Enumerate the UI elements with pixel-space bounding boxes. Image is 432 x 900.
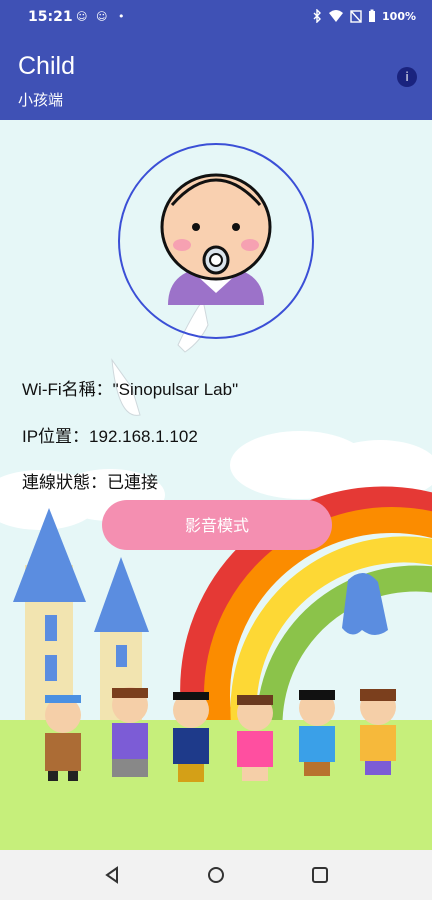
media-mode-button[interactable]: 影音模式: [102, 500, 332, 550]
avatar-ring: [118, 143, 314, 339]
ip-address-label: IP位置：192.168.1.102: [22, 427, 198, 446]
status-icons: 100%: [312, 9, 416, 23]
status-time: 15:21: [28, 9, 73, 25]
info-icon[interactable]: i: [397, 67, 417, 87]
navigation-bar: [0, 850, 432, 900]
bluetooth-icon: [313, 9, 322, 23]
home-icon[interactable]: [204, 863, 228, 887]
recents-icon[interactable]: [308, 863, 332, 887]
baby-avatar: [160, 173, 272, 305]
no-signal-icon: [350, 10, 362, 23]
app-subtitle: 小孩端: [18, 91, 64, 109]
status-bar: 15:21 ☺ ☺ • 100%: [0, 0, 432, 36]
main-content: Wi-Fi名稱："Sinopulsar Lab" IP位置：192.168.1.…: [0, 120, 432, 850]
battery-icon: [369, 9, 376, 22]
connection-status-label: 連線狀態：已連接: [22, 473, 158, 492]
back-icon[interactable]: [100, 863, 124, 887]
battery-percent: 100%: [382, 9, 416, 23]
wifi-icon: [329, 10, 344, 22]
app-bar: Child 小孩端 i: [0, 36, 432, 120]
notification-icon: ☺: [76, 10, 88, 23]
app-title: Child: [18, 52, 75, 80]
wifi-name-label: Wi-Fi名稱："Sinopulsar Lab": [22, 380, 239, 399]
notification-icon: ☺: [96, 10, 108, 23]
notification-dot: •: [118, 10, 125, 23]
